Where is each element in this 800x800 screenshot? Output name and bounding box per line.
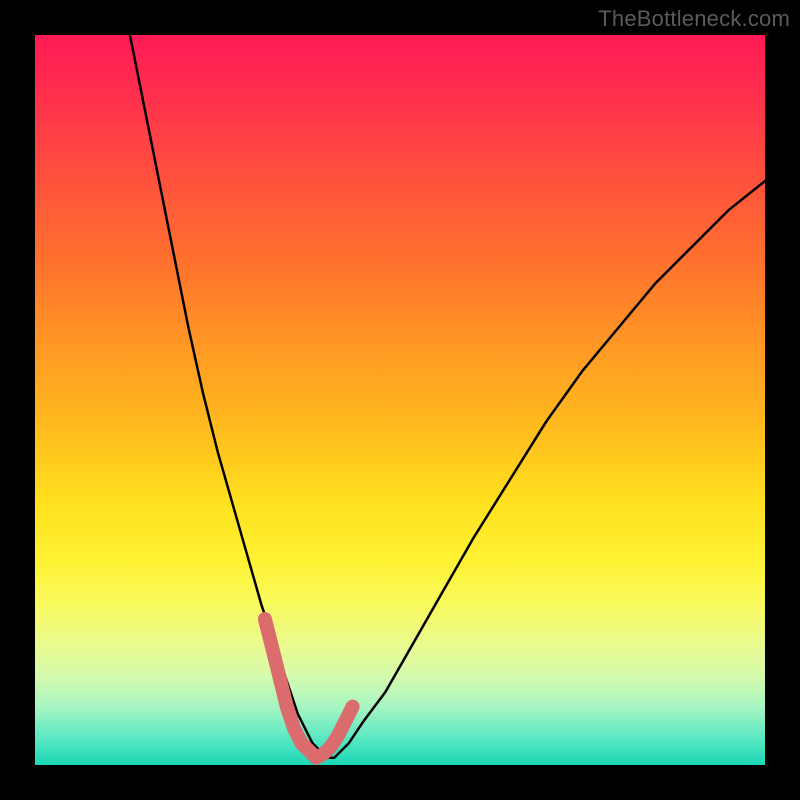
- chart-frame: TheBottleneck.com: [0, 0, 800, 800]
- curves-svg: [35, 35, 765, 765]
- plot-area: [35, 35, 765, 765]
- black-curve: [130, 35, 765, 758]
- watermark-text: TheBottleneck.com: [598, 6, 790, 32]
